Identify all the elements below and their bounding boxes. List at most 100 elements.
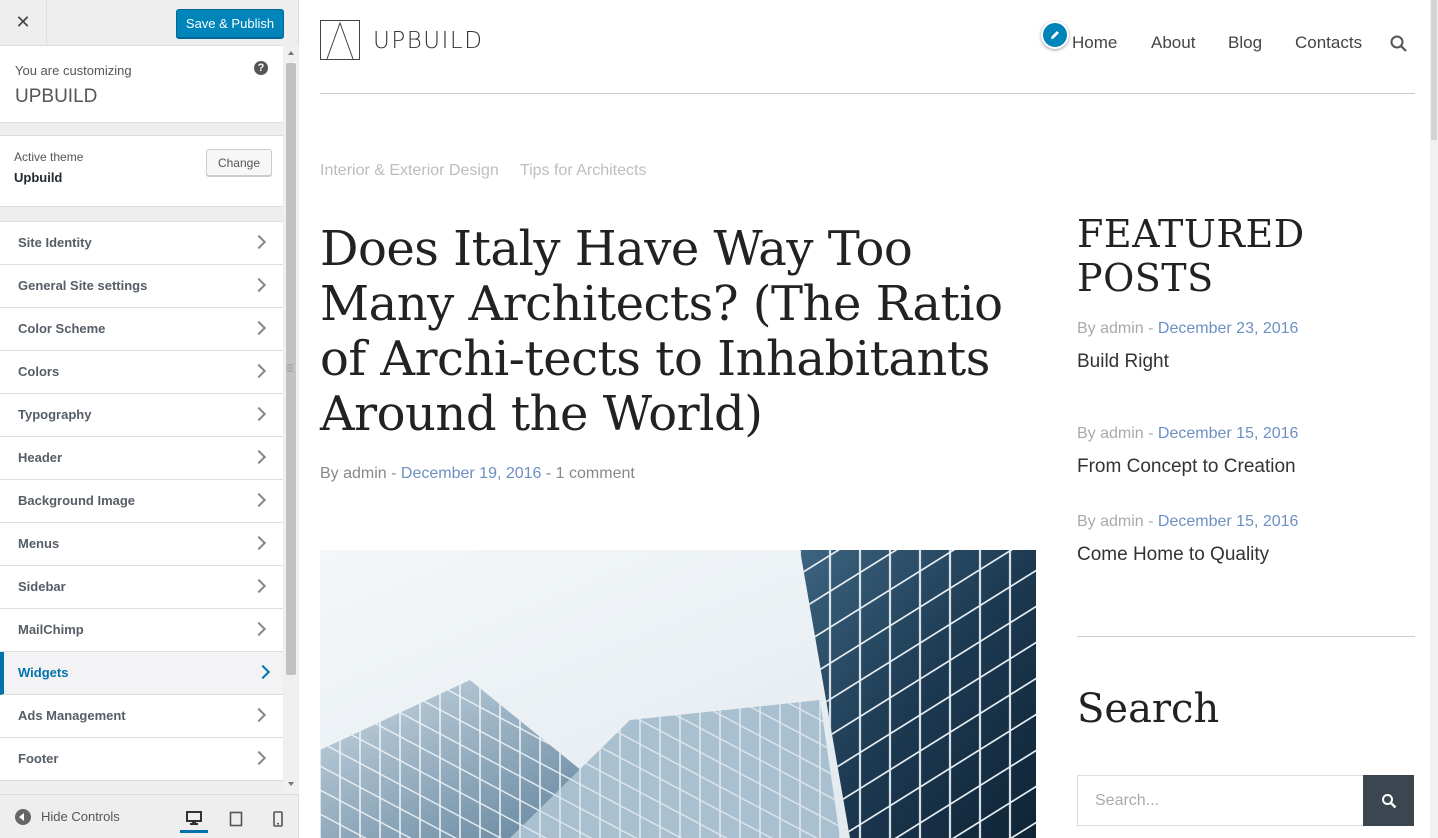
chevron-right-icon: [251, 277, 267, 293]
chevron-right-icon: [251, 449, 267, 465]
chevron-right-icon: [251, 320, 267, 336]
site-preview: UPBUILD Home About Blog Contacts Interio…: [299, 0, 1438, 838]
active-theme-panel: Active theme Upbuild Change: [0, 135, 283, 207]
chevron-right-icon: [255, 664, 271, 680]
section-label: Colors: [18, 364, 60, 379]
site-logo-icon[interactable]: [320, 20, 360, 60]
featured-post-item: By admin - December 23, 2016 Build Right: [1077, 320, 1298, 373]
chevron-right-icon: [251, 492, 267, 508]
tablet-icon: [229, 811, 243, 827]
featured-post-title[interactable]: Build Right: [1077, 351, 1298, 373]
scroll-down-arrow-icon[interactable]: [288, 782, 294, 786]
featured-post-date[interactable]: December 15, 2016: [1158, 425, 1299, 442]
section-mailchimp[interactable]: MailChimp: [0, 609, 283, 652]
section-label: Ads Management: [18, 708, 126, 723]
post-date[interactable]: December 19, 2016: [401, 465, 542, 482]
section-label: Site Identity: [18, 235, 92, 250]
featured-post-author[interactable]: By admin -: [1077, 513, 1153, 530]
customizer-scrollbar[interactable]: [284, 46, 299, 794]
active-theme-name: Upbuild: [14, 170, 63, 185]
widget-divider: [1077, 636, 1415, 637]
featured-post-title[interactable]: Come Home to Quality: [1077, 544, 1298, 566]
edit-shortcut-button[interactable]: [1041, 21, 1069, 49]
search-icon[interactable]: [1389, 34, 1409, 54]
post-featured-image[interactable]: [320, 550, 1036, 838]
customizing-label: You are customizing: [15, 63, 132, 78]
featured-post-item: By admin - December 15, 2016 Come Home t…: [1077, 513, 1298, 566]
featured-post-author[interactable]: By admin -: [1077, 320, 1153, 337]
search-submit-button[interactable]: [1363, 775, 1414, 826]
customizing-site-name: UPBUILD: [15, 86, 98, 107]
customizer-footer: Hide Controls: [0, 794, 298, 838]
mobile-icon: [273, 811, 283, 827]
pencil-icon: [1051, 31, 1059, 39]
category-link[interactable]: Tips for Architects: [520, 162, 647, 179]
section-background-image[interactable]: Background Image: [0, 480, 283, 523]
resize-grip-icon[interactable]: [287, 362, 293, 374]
customizer-info: You are customizing UPBUILD ?: [0, 46, 283, 123]
scrollbar-thumb[interactable]: [1431, 0, 1437, 140]
featured-posts-heading: FEATURED POSTS: [1077, 212, 1305, 300]
section-ads-management[interactable]: Ads Management: [0, 695, 283, 738]
chevron-right-icon: [251, 707, 267, 723]
section-typography[interactable]: Typography: [0, 394, 283, 437]
save-publish-button[interactable]: Save & Publish: [176, 9, 284, 38]
chevron-right-icon: [251, 535, 267, 551]
nav-contacts[interactable]: Contacts: [1295, 33, 1362, 53]
section-label: Widgets: [18, 665, 69, 680]
help-icon[interactable]: ?: [254, 61, 268, 75]
preview-tablet-button[interactable]: [222, 805, 250, 833]
section-widgets[interactable]: Widgets: [0, 652, 283, 695]
post-categories: Interior & Exterior Design Tips for Arch…: [320, 162, 663, 180]
nav-home[interactable]: Home: [1072, 33, 1117, 53]
preview-scrollbar[interactable]: [1430, 0, 1438, 838]
collapse-arrow-icon[interactable]: [15, 809, 31, 825]
section-menus[interactable]: Menus: [0, 523, 283, 566]
section-label: Footer: [18, 751, 59, 766]
chevron-right-icon: [251, 750, 267, 766]
customizer-sections: Site Identity General Site settings Colo…: [0, 221, 283, 781]
search-icon: [1381, 793, 1396, 808]
post-meta: By admin - December 19, 2016 - 1 comment: [320, 465, 635, 483]
scroll-up-arrow-icon[interactable]: [288, 51, 294, 55]
change-theme-button[interactable]: Change: [206, 149, 272, 176]
section-label: Menus: [18, 536, 60, 551]
section-label: Background Image: [18, 493, 136, 508]
section-label: Typography: [18, 407, 92, 422]
hide-controls-button[interactable]: Hide Controls: [41, 809, 120, 824]
post-comments[interactable]: - 1 comment: [546, 465, 635, 482]
active-theme-label: Active theme: [14, 150, 84, 164]
site-title[interactable]: UPBUILD: [373, 28, 483, 54]
featured-post-title[interactable]: From Concept to Creation: [1077, 456, 1298, 478]
chevron-right-icon: [251, 621, 267, 637]
preview-mobile-button[interactable]: [264, 805, 292, 833]
section-label: Sidebar: [18, 579, 66, 594]
section-footer[interactable]: Footer: [0, 738, 283, 781]
nav-about[interactable]: About: [1151, 33, 1195, 53]
featured-post-date[interactable]: December 23, 2016: [1158, 320, 1299, 337]
close-customizer-button[interactable]: ✕: [0, 0, 47, 45]
nav-blog[interactable]: Blog: [1228, 33, 1262, 53]
section-label: Header: [18, 450, 63, 465]
chevron-right-icon: [251, 406, 267, 422]
category-link[interactable]: Interior & Exterior Design: [320, 162, 499, 179]
chevron-right-icon: [251, 363, 267, 379]
featured-post-author[interactable]: By admin -: [1077, 425, 1153, 442]
section-site-identity[interactable]: Site Identity: [0, 222, 283, 265]
customizer-controls: You are customizing UPBUILD ? Active the…: [0, 46, 283, 794]
section-header[interactable]: Header: [0, 437, 283, 480]
desktop-icon: [186, 810, 202, 825]
featured-post-date[interactable]: December 15, 2016: [1158, 513, 1299, 530]
preview-desktop-button[interactable]: [180, 805, 208, 833]
section-label: Color Scheme: [18, 321, 106, 336]
section-general-site-settings[interactable]: General Site settings: [0, 265, 283, 308]
post-title[interactable]: Does Italy Have Way Too Many Architects?…: [320, 222, 1040, 442]
customizer-panel: ✕ Save & Publish You are customizing UPB…: [0, 0, 299, 838]
section-sidebar[interactable]: Sidebar: [0, 566, 283, 609]
section-colors[interactable]: Colors: [0, 351, 283, 394]
chevron-right-icon: [251, 578, 267, 594]
search-input[interactable]: [1078, 776, 1363, 825]
chevron-right-icon: [251, 234, 267, 250]
post-author[interactable]: By admin -: [320, 465, 396, 482]
section-color-scheme[interactable]: Color Scheme: [0, 308, 283, 351]
